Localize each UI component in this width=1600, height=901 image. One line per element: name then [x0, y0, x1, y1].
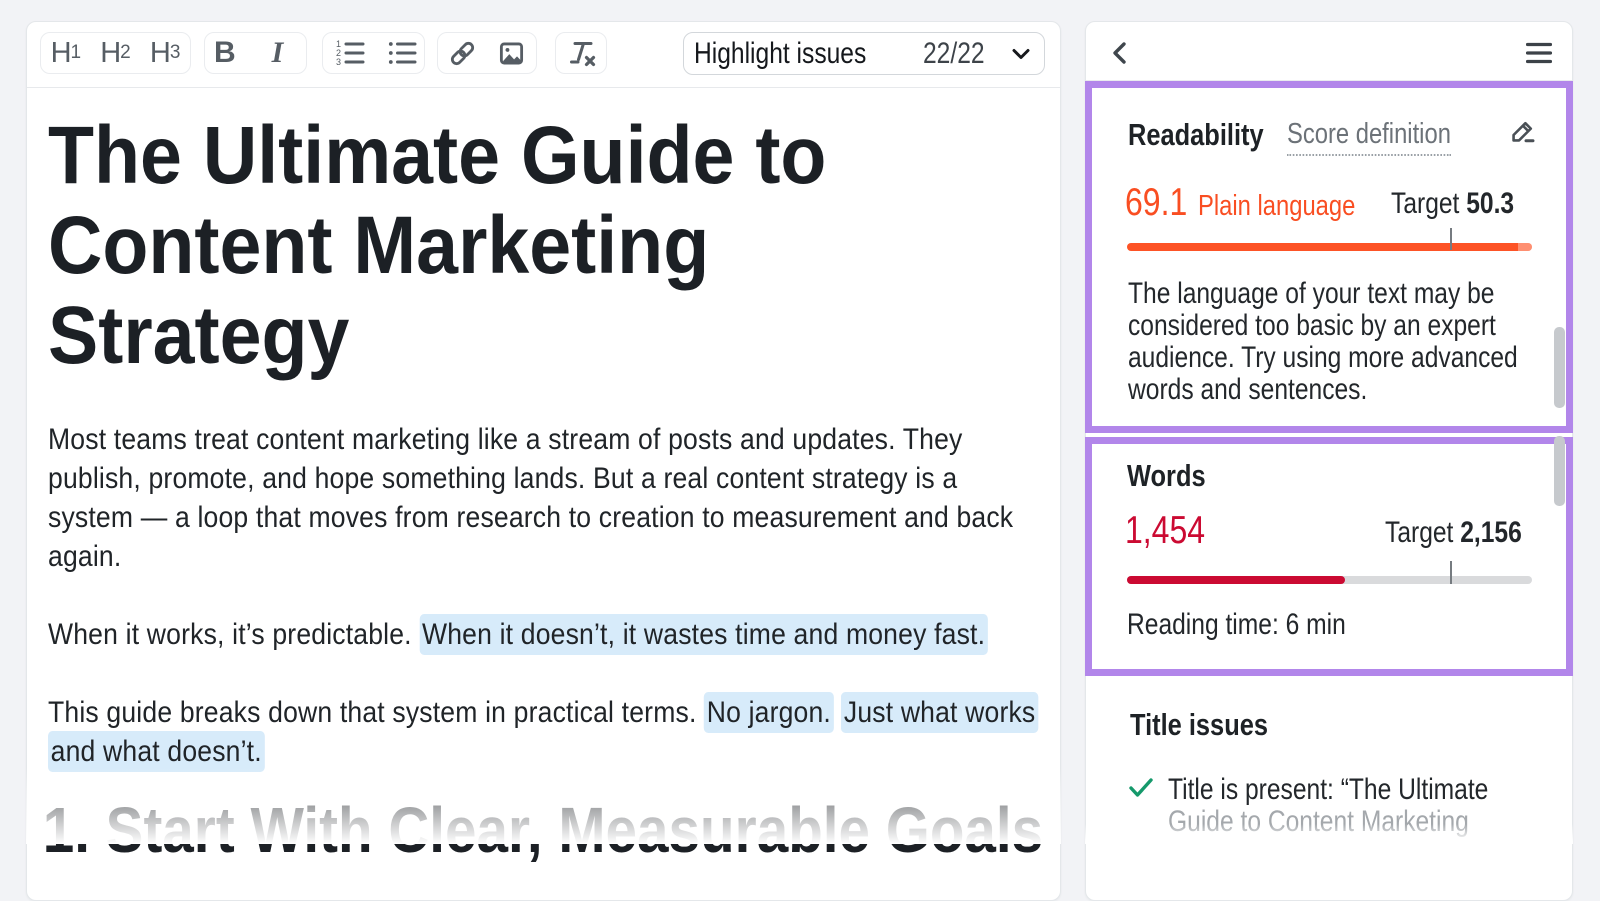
svg-text:3: 3: [336, 57, 341, 67]
